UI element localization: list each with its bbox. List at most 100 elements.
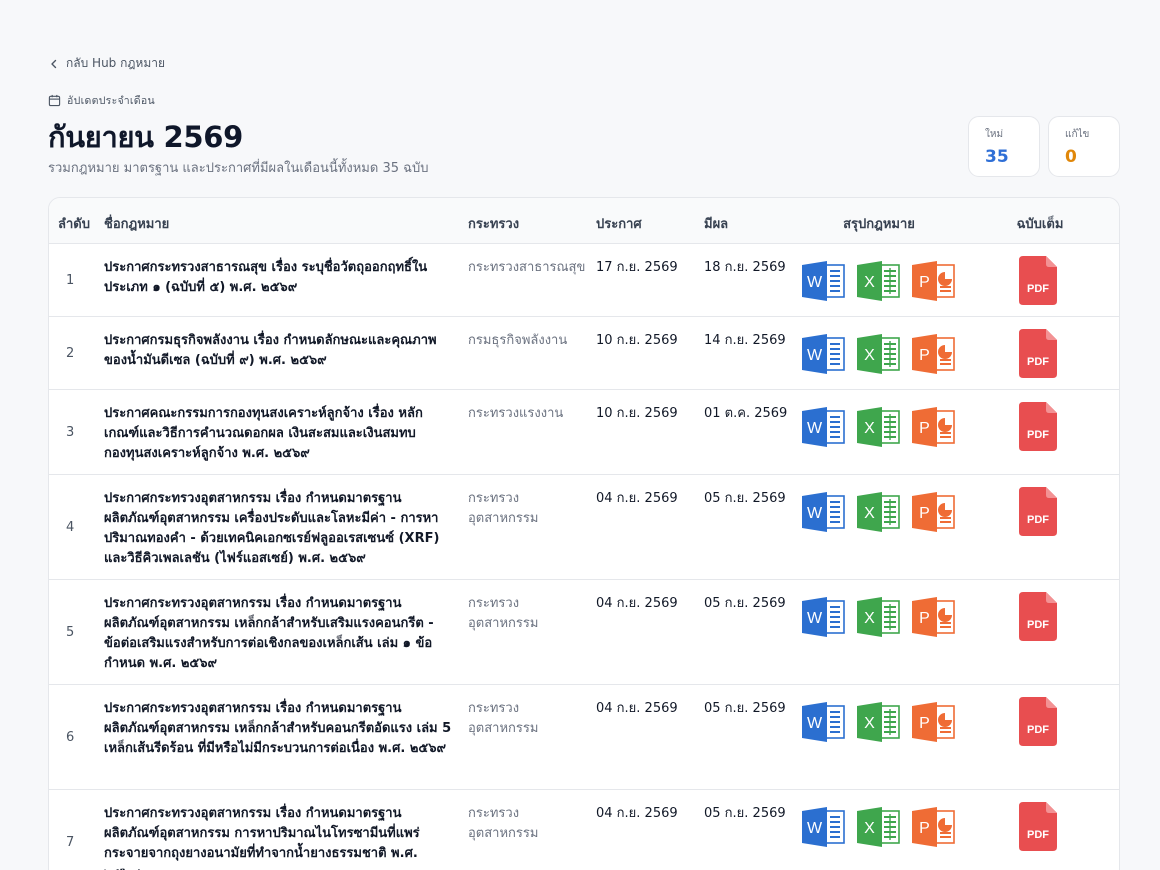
- announce-date: 10 ก.ย. 2569: [596, 333, 678, 348]
- pdf-icon-label: PDF: [1027, 283, 1049, 295]
- new-count-value: 35: [985, 147, 1009, 167]
- law-name: ประกาศกรมธุรกิจพลังงาน เรื่อง กำหนดลักษณ…: [104, 333, 437, 368]
- svg-text:P: P: [919, 820, 930, 837]
- ministry-name: กระทรวงอุตสาหกรรม: [468, 806, 539, 841]
- row-number: 6: [66, 729, 75, 745]
- powerpoint-icon[interactable]: P: [911, 260, 956, 302]
- summary-downloads: W X P: [801, 596, 956, 638]
- word-icon[interactable]: W: [801, 260, 846, 302]
- pdf-icon-label: PDF: [1027, 356, 1049, 368]
- full-pdf-download[interactable]: PDF: [1019, 402, 1059, 455]
- pdf-icon[interactable]: PDF: [1019, 802, 1059, 851]
- ministry-name: กระทรวงอุตสาหกรรม: [468, 701, 539, 736]
- svg-text:P: P: [919, 505, 930, 522]
- ministry-name: กรมธุรกิจพลังงาน: [468, 333, 568, 348]
- table-row: 3 ประกาศคณะกรรมการกองทุนสงเคราะห์ลูกจ้าง…: [49, 390, 1119, 475]
- effective-date: 05 ก.ย. 2569: [704, 701, 786, 716]
- full-pdf-download[interactable]: PDF: [1019, 802, 1059, 855]
- powerpoint-icon[interactable]: P: [911, 806, 956, 848]
- excel-icon[interactable]: X: [856, 406, 901, 448]
- law-table: ลำดับ ชื่อกฎหมาย กระทรวง ประกาศ มีผล สรุ…: [48, 197, 1120, 870]
- excel-icon[interactable]: X: [856, 806, 901, 848]
- svg-text:W: W: [807, 610, 823, 627]
- law-name: ประกาศกระทรวงสาธารณสุข เรื่อง ระบุชื่อวั…: [104, 260, 428, 295]
- word-icon[interactable]: W: [801, 701, 846, 743]
- word-icon[interactable]: W: [801, 406, 846, 448]
- excel-icon[interactable]: X: [856, 701, 901, 743]
- full-pdf-download[interactable]: PDF: [1019, 329, 1059, 382]
- svg-text:X: X: [864, 820, 875, 837]
- summary-downloads: W X P: [801, 406, 956, 448]
- announce-date: 04 ก.ย. 2569: [596, 806, 678, 821]
- pdf-icon-label: PDF: [1027, 429, 1049, 441]
- table-row: 7 ประกาศกระทรวงอุตสาหกรรม เรื่อง กำหนดมา…: [49, 790, 1119, 870]
- row-number: 2: [66, 345, 75, 361]
- effective-date: 01 ต.ค. 2569: [704, 406, 788, 421]
- summary-downloads: W X P: [801, 491, 956, 533]
- announce-date: 17 ก.ย. 2569: [596, 260, 678, 275]
- svg-text:P: P: [919, 420, 930, 437]
- back-to-hub-link[interactable]: กลับ Hub กฎหมาย: [48, 54, 165, 73]
- new-count-label: ใหม่: [985, 129, 1004, 140]
- ministry-name: กระทรวงอุตสาหกรรม: [468, 491, 539, 526]
- svg-text:X: X: [864, 347, 875, 364]
- pdf-icon[interactable]: PDF: [1019, 697, 1059, 746]
- pdf-icon-label: PDF: [1027, 829, 1049, 841]
- word-icon[interactable]: W: [801, 596, 846, 638]
- col-header-name: ชื่อกฎหมาย: [104, 217, 170, 232]
- pdf-icon-label: PDF: [1027, 619, 1049, 631]
- powerpoint-icon[interactable]: P: [911, 701, 956, 743]
- table-row: 6 ประกาศกระทรวงอุตสาหกรรม เรื่อง กำหนดมา…: [49, 685, 1119, 790]
- svg-text:W: W: [807, 274, 823, 291]
- excel-icon[interactable]: X: [856, 596, 901, 638]
- svg-text:X: X: [864, 420, 875, 437]
- pdf-icon[interactable]: PDF: [1019, 329, 1059, 378]
- excel-icon[interactable]: X: [856, 333, 901, 375]
- monthly-update-tag: อัปเดตประจำเดือน: [48, 92, 155, 109]
- ministry-name: กระทรวงแรงงาน: [468, 406, 564, 421]
- excel-icon[interactable]: X: [856, 260, 901, 302]
- powerpoint-icon[interactable]: P: [911, 491, 956, 533]
- ministry-name: กระทรวงสาธารณสุข: [468, 260, 586, 275]
- svg-text:X: X: [864, 505, 875, 522]
- col-header-no: ลำดับ: [58, 217, 90, 232]
- announce-date: 04 ก.ย. 2569: [596, 491, 678, 506]
- col-header-full: ฉบับเต็ม: [1016, 217, 1064, 232]
- chevron-left-icon: [51, 59, 57, 68]
- pdf-icon-label: PDF: [1027, 724, 1049, 736]
- law-name: ประกาศกระทรวงอุตสาหกรรม เรื่อง กำหนดมาตร…: [104, 491, 440, 566]
- pdf-icon[interactable]: PDF: [1019, 402, 1059, 451]
- full-pdf-download[interactable]: PDF: [1019, 592, 1059, 645]
- excel-icon[interactable]: X: [856, 491, 901, 533]
- calendar-icon: [48, 94, 61, 107]
- effective-date: 05 ก.ย. 2569: [704, 596, 786, 611]
- col-header-effective: มีผล: [704, 217, 729, 232]
- full-pdf-download[interactable]: PDF: [1019, 487, 1059, 540]
- table-header: ลำดับ ชื่อกฎหมาย กระทรวง ประกาศ มีผล สรุ…: [49, 198, 1119, 244]
- col-header-ministry: กระทรวง: [468, 217, 520, 232]
- table-row: 5 ประกาศกระทรวงอุตสาหกรรม เรื่อง กำหนดมา…: [49, 580, 1119, 685]
- row-number: 7: [66, 834, 75, 850]
- word-icon[interactable]: W: [801, 806, 846, 848]
- full-pdf-download[interactable]: PDF: [1019, 697, 1059, 750]
- summary-downloads: W X P: [801, 806, 956, 848]
- powerpoint-icon[interactable]: P: [911, 333, 956, 375]
- powerpoint-icon[interactable]: P: [911, 406, 956, 448]
- svg-text:X: X: [864, 715, 875, 732]
- table-row: 1 ประกาศกระทรวงสาธารณสุข เรื่อง ระบุชื่อ…: [49, 244, 1119, 317]
- powerpoint-icon[interactable]: P: [911, 596, 956, 638]
- effective-date: 05 ก.ย. 2569: [704, 806, 786, 821]
- effective-date: 18 ก.ย. 2569: [704, 260, 786, 275]
- word-icon[interactable]: W: [801, 333, 846, 375]
- svg-text:P: P: [919, 610, 930, 627]
- svg-text:X: X: [864, 610, 875, 627]
- pdf-icon[interactable]: PDF: [1019, 256, 1059, 305]
- law-name: ประกาศกระทรวงอุตสาหกรรม เรื่อง กำหนดมาตร…: [104, 806, 420, 870]
- pdf-icon[interactable]: PDF: [1019, 487, 1059, 536]
- full-pdf-download[interactable]: PDF: [1019, 256, 1059, 309]
- row-number: 3: [66, 424, 75, 440]
- pdf-icon[interactable]: PDF: [1019, 592, 1059, 641]
- word-icon[interactable]: W: [801, 491, 846, 533]
- new-count-card: ใหม่ 35: [968, 116, 1040, 177]
- summary-downloads: W X P: [801, 333, 956, 375]
